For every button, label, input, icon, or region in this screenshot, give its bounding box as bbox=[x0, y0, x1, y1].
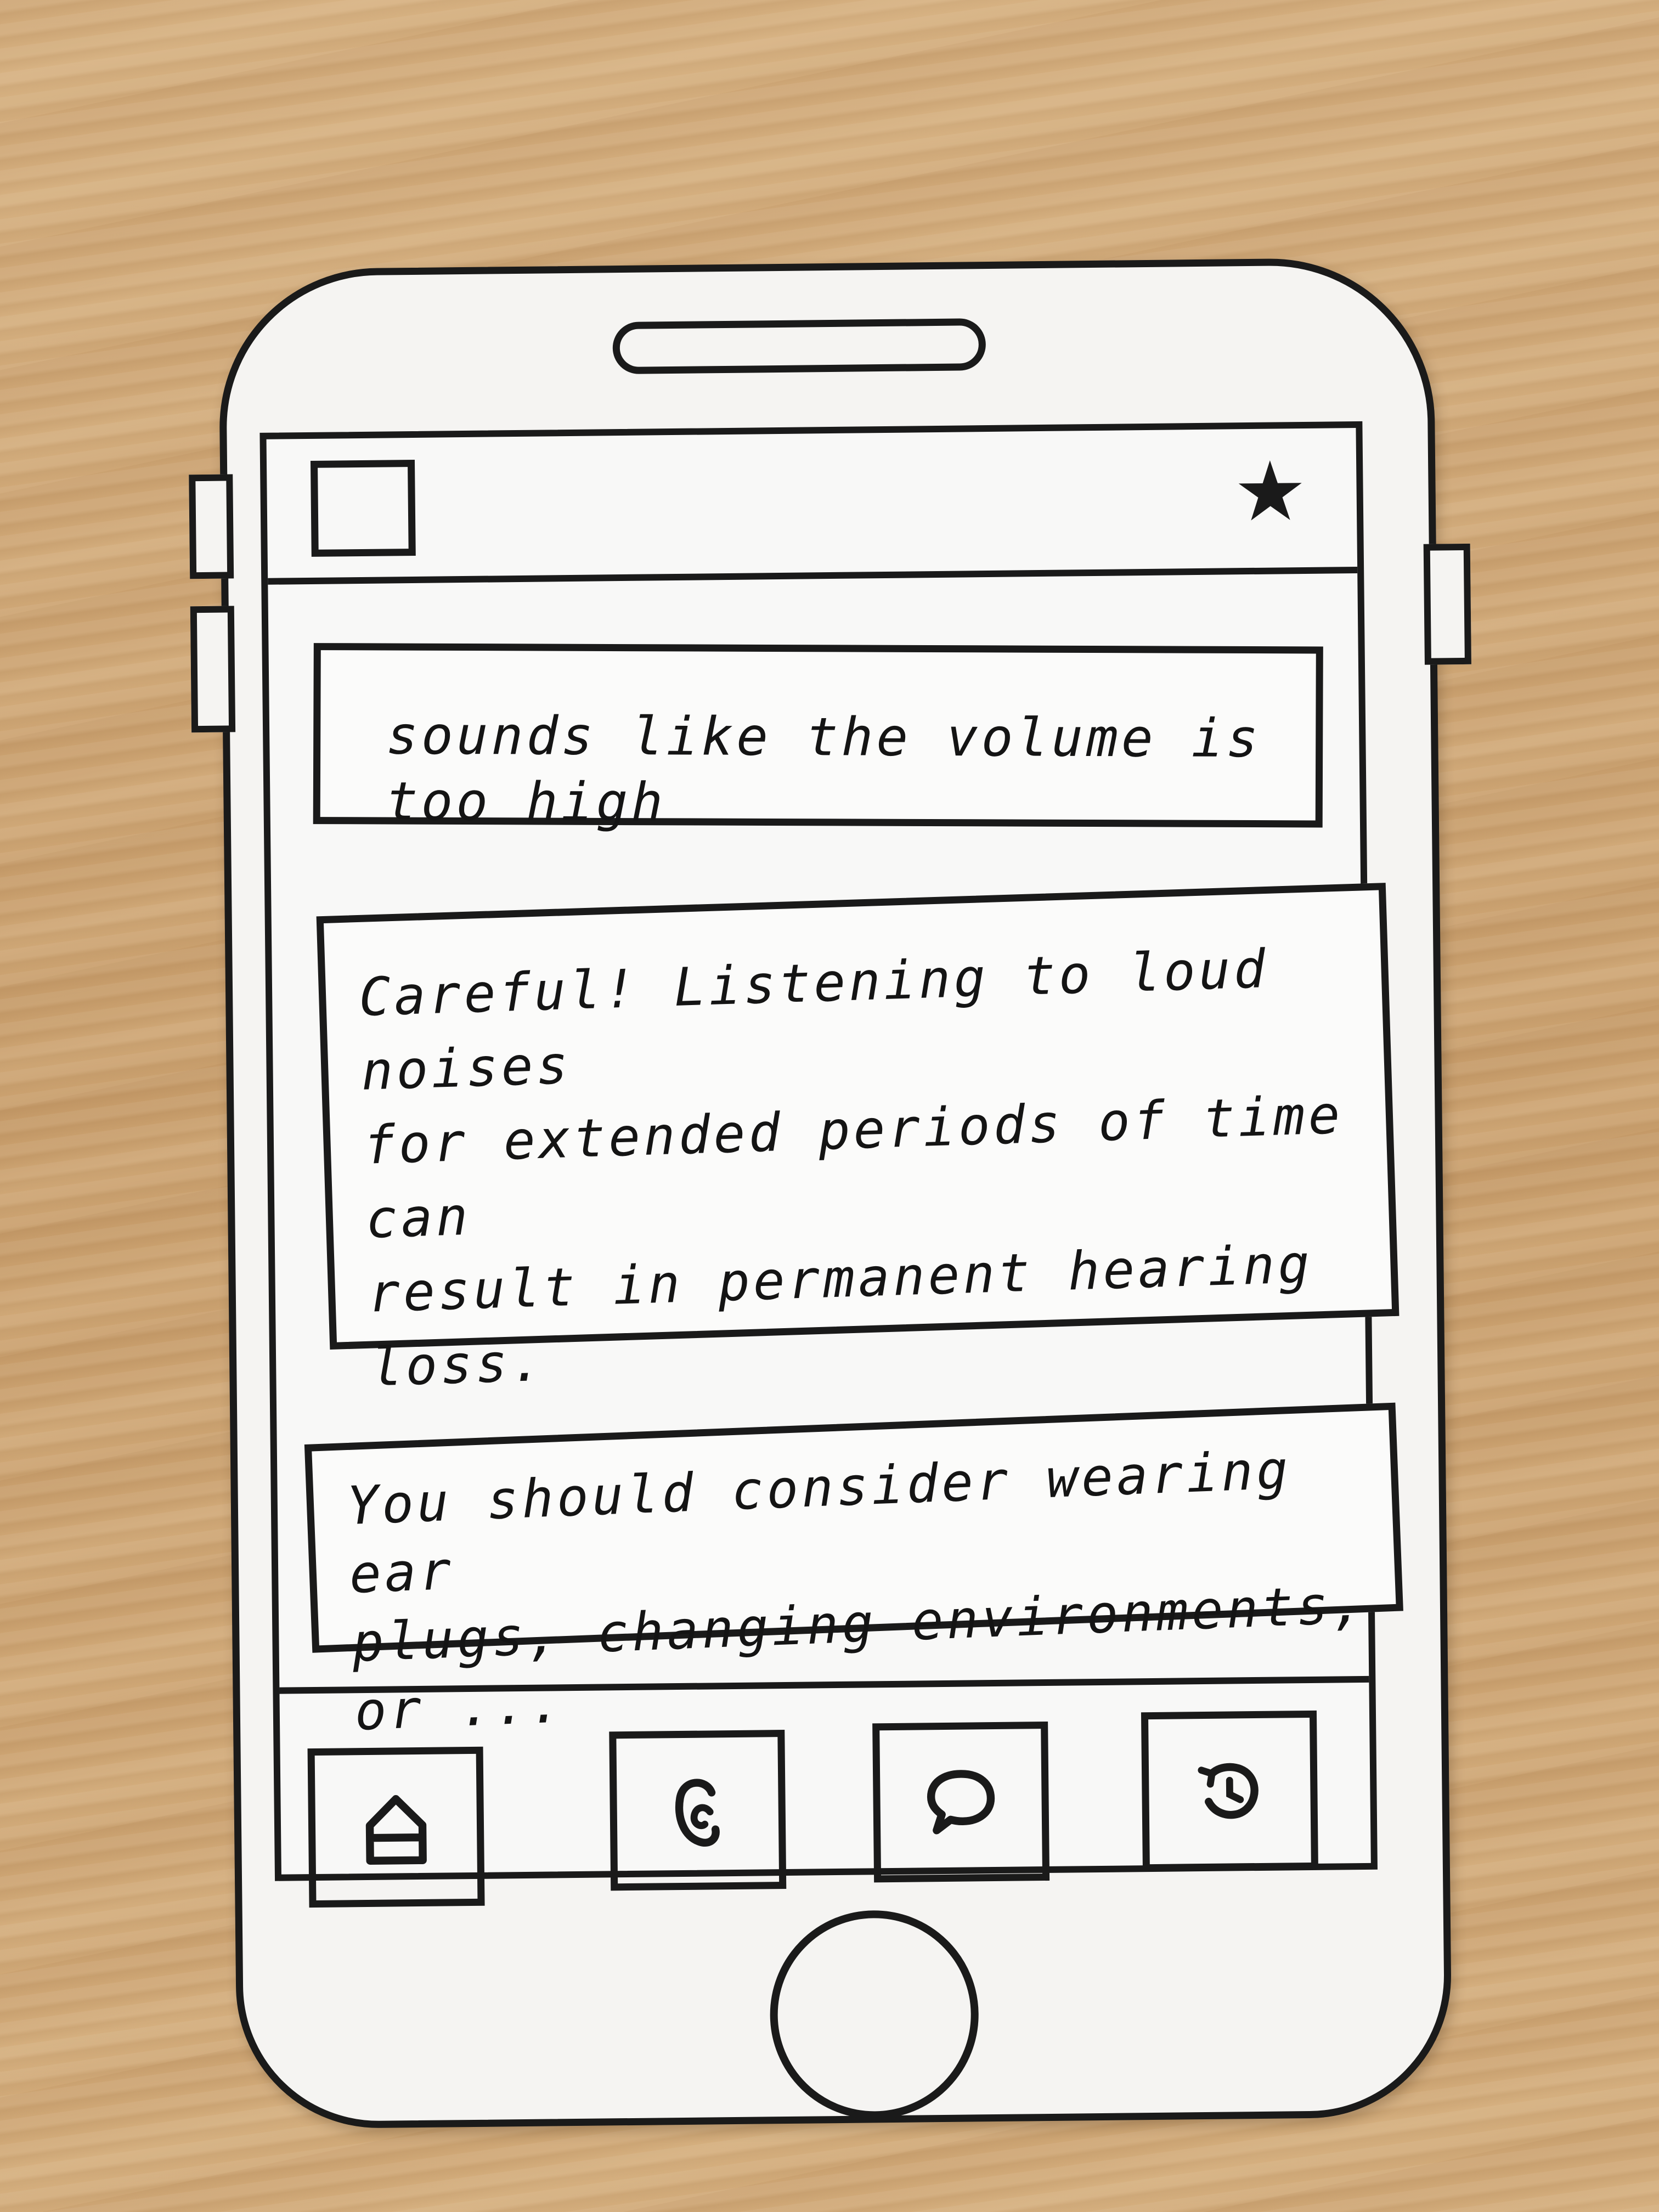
earpiece-speaker bbox=[612, 318, 986, 375]
bottom-nav-bar bbox=[279, 1675, 1371, 1908]
warning-text: Careful! Listening to loud noises for ex… bbox=[358, 938, 1344, 1398]
top-bar: ★ bbox=[266, 427, 1358, 585]
nav-history-button[interactable] bbox=[1141, 1710, 1318, 1872]
message-text: sounds like the volume is too high bbox=[386, 704, 1262, 833]
suggestion-card[interactable]: You should consider wearing ear plugs, c… bbox=[304, 1402, 1403, 1742]
message-card: sounds like the volume is too high bbox=[313, 643, 1323, 833]
side-button-bottom-left bbox=[190, 606, 236, 733]
star-icon[interactable]: ★ bbox=[1233, 444, 1307, 540]
app-screen: ★ sounds like the volume is too high Car… bbox=[259, 421, 1403, 1908]
ear-icon bbox=[675, 1779, 720, 1847]
nav-ear-button[interactable] bbox=[609, 1730, 787, 1891]
paper-phone-prototype: ★ sounds like the volume is too high Car… bbox=[189, 257, 1471, 2130]
history-icon bbox=[1198, 1763, 1259, 1819]
nav-chat-button[interactable] bbox=[872, 1721, 1050, 1883]
side-button-right bbox=[1423, 543, 1471, 665]
home-icon bbox=[365, 1795, 427, 1865]
warning-card: Careful! Listening to loud noises for ex… bbox=[316, 883, 1400, 1398]
square-menu-icon[interactable] bbox=[310, 459, 416, 557]
chat-icon bbox=[927, 1770, 995, 1835]
home-hardware-button[interactable] bbox=[769, 1909, 980, 2120]
side-button-top-left bbox=[189, 474, 234, 579]
nav-home-button[interactable] bbox=[307, 1746, 485, 1908]
